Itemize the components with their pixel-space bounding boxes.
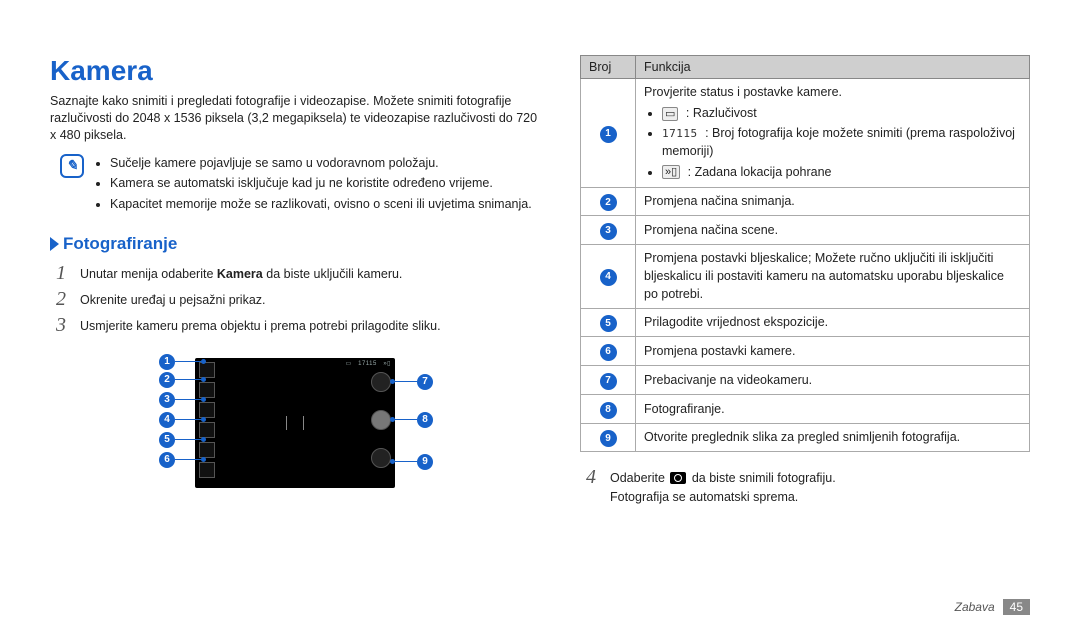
th-number: Broj xyxy=(581,56,636,79)
row-function-cell: Promjena načina scene. xyxy=(636,216,1030,245)
table-row: 1 Provjerite status i postavke kamere. ▭ :… xyxy=(581,79,1030,188)
row-function-cell: Otvorite preglednik slika za pregled sni… xyxy=(636,423,1030,452)
row-main-text: Otvorite preglednik slika za pregled sni… xyxy=(644,430,960,444)
table-row: 2 Promjena načina snimanja. xyxy=(581,187,1030,216)
row-number-cell: 9 xyxy=(581,423,636,452)
step-text: Unutar menija odaberite Kamera da biste … xyxy=(80,262,402,284)
row-number-badge: 6 xyxy=(600,344,617,361)
row-main-text: Prebacivanje na videokameru. xyxy=(644,373,812,387)
right-toolbar xyxy=(371,372,391,468)
step-number: 2 xyxy=(56,288,70,310)
page-footer: Zabava 45 xyxy=(955,599,1030,615)
camera-screen: ▭ 17115 »▯ xyxy=(195,358,395,488)
row-number-badge: 9 xyxy=(600,430,617,447)
table-row: 7 Prebacivanje na videokameru. xyxy=(581,366,1030,395)
steps-list: 1 Unutar menija odaberite Kamera da biste… xyxy=(56,262,540,336)
step: 2 Okrenite uređaj u pejsažni prikaz. xyxy=(56,288,540,310)
table-row: 6 Promjena postavki kamere. xyxy=(581,337,1030,366)
table-row: 4 Promjena postavki bljeskalice; Možete r… xyxy=(581,245,1030,308)
function-table: Broj Funkcija 1 Provjerite status i posta… xyxy=(580,55,1030,452)
row-number-cell: 3 xyxy=(581,216,636,245)
callout-1: 1 xyxy=(159,354,206,370)
row-function-cell: Promjena načina snimanja. xyxy=(636,187,1030,216)
step-text: Okrenite uređaj u pejsažni prikaz. xyxy=(80,288,266,310)
callout-4: 4 xyxy=(159,412,206,428)
row-number-cell: 5 xyxy=(581,308,636,337)
table-row: 5 Prilagodite vrijednost ekspozicije. xyxy=(581,308,1030,337)
note-item: Kamera se automatski isključuje kad ju n… xyxy=(110,174,532,193)
step-text: Usmjerite kameru prema objektu i prema p… xyxy=(80,314,441,336)
focus-brackets xyxy=(286,416,304,430)
status-bar: ▭ 17115 »▯ xyxy=(345,360,391,367)
step-number: 4 xyxy=(586,466,600,507)
row-main-text: Promjena načina snimanja. xyxy=(644,194,795,208)
chevron-right-icon xyxy=(50,237,59,251)
row-function-cell: Promjena postavki kamere. xyxy=(636,337,1030,366)
table-row: 9 Otvorite preglednik slika za pregled sn… xyxy=(581,423,1030,452)
row-number-cell: 8 xyxy=(581,394,636,423)
note-item: Sučelje kamere pojavljuje se samo u vodo… xyxy=(110,154,532,173)
resolution-icon: ▭ xyxy=(662,107,678,121)
row-subitem: 17115 : Broj fotografija koje možete sni… xyxy=(662,124,1021,160)
row-subitem: ▭ : Razlučivost xyxy=(662,104,1021,122)
storage-icon: »▯ xyxy=(662,165,680,179)
row-function-cell: Provjerite status i postavke kamere. ▭ : … xyxy=(636,79,1030,188)
row-function-cell: Fotografiranje. xyxy=(636,394,1030,423)
row-main-text: Fotografiranje. xyxy=(644,402,725,416)
note-icon: ✎ xyxy=(60,154,84,178)
table-row: 8 Fotografiranje. xyxy=(581,394,1030,423)
footer-page-number: 45 xyxy=(1003,599,1030,615)
row-number-badge: 4 xyxy=(600,269,617,286)
th-function: Funkcija xyxy=(636,56,1030,79)
callout-6: 6 xyxy=(159,452,206,468)
row-number-badge: 8 xyxy=(600,402,617,419)
section-heading-text: Fotografiranje xyxy=(63,234,177,254)
callout-8: 8 xyxy=(390,412,433,428)
row-number-cell: 4 xyxy=(581,245,636,308)
step-4-block: 4 Odaberite da biste snimili fotografiju… xyxy=(586,466,1030,507)
row-main-text: Prilagodite vrijednost ekspozicije. xyxy=(644,315,828,329)
row-main-text: Provjerite status i postavke kamere. xyxy=(644,85,842,99)
step-number: 1 xyxy=(56,262,70,284)
note-box: ✎ Sučelje kamere pojavljuje se samo u vo… xyxy=(60,154,540,216)
row-number-badge: 3 xyxy=(600,223,617,240)
row-subitem: »▯ : Zadana lokacija pohrane xyxy=(662,163,1021,181)
row-sublist: ▭ : Razlučivost 17115 : Broj fotografija … xyxy=(644,104,1021,181)
callout-9: 9 xyxy=(390,454,433,470)
callout-7: 7 xyxy=(390,374,433,390)
row-function-cell: Promjena postavki bljeskalice; Možete ru… xyxy=(636,245,1030,308)
table-row: 3 Promjena načina scene. xyxy=(581,216,1030,245)
row-function-cell: Prilagodite vrijednost ekspozicije. xyxy=(636,308,1030,337)
row-number-cell: 7 xyxy=(581,366,636,395)
row-main-text: Promjena postavki kamere. xyxy=(644,344,795,358)
callout-3: 3 xyxy=(159,392,206,408)
row-number-cell: 1 xyxy=(581,79,636,188)
row-number-cell: 2 xyxy=(581,187,636,216)
camera-diagram: ▭ 17115 »▯ 1 2 3 4 5 6 7 8 9 xyxy=(155,354,435,504)
row-main-text: Promjena načina scene. xyxy=(644,223,778,237)
step-number: 3 xyxy=(56,314,70,336)
row-number-badge: 7 xyxy=(600,373,617,390)
intro-text: Saznajte kako snimiti i pregledati fotog… xyxy=(50,93,540,144)
row-number-badge: 1 xyxy=(600,126,617,143)
camera-icon xyxy=(670,472,686,484)
note-list: Sučelje kamere pojavljuje se samo u vodo… xyxy=(94,154,532,216)
row-number-cell: 6 xyxy=(581,337,636,366)
callout-2: 2 xyxy=(159,372,206,388)
section-heading: Fotografiranje xyxy=(50,234,540,254)
counter-icon: 17115 xyxy=(662,126,698,142)
row-number-badge: 2 xyxy=(600,194,617,211)
note-item: Kapacitet memorije može se razlikovati, … xyxy=(110,195,532,214)
step: 3 Usmjerite kameru prema objektu i prema … xyxy=(56,314,540,336)
page-title: Kamera xyxy=(50,55,540,87)
step: 1 Unutar menija odaberite Kamera da biste… xyxy=(56,262,540,284)
row-function-cell: Prebacivanje na videokameru. xyxy=(636,366,1030,395)
step-text: Odaberite da biste snimili fotografiju. … xyxy=(610,466,836,507)
callout-5: 5 xyxy=(159,432,206,448)
row-number-badge: 5 xyxy=(600,315,617,332)
footer-section: Zabava xyxy=(955,600,995,614)
row-main-text: Promjena postavki bljeskalice; Možete ru… xyxy=(644,251,1004,301)
